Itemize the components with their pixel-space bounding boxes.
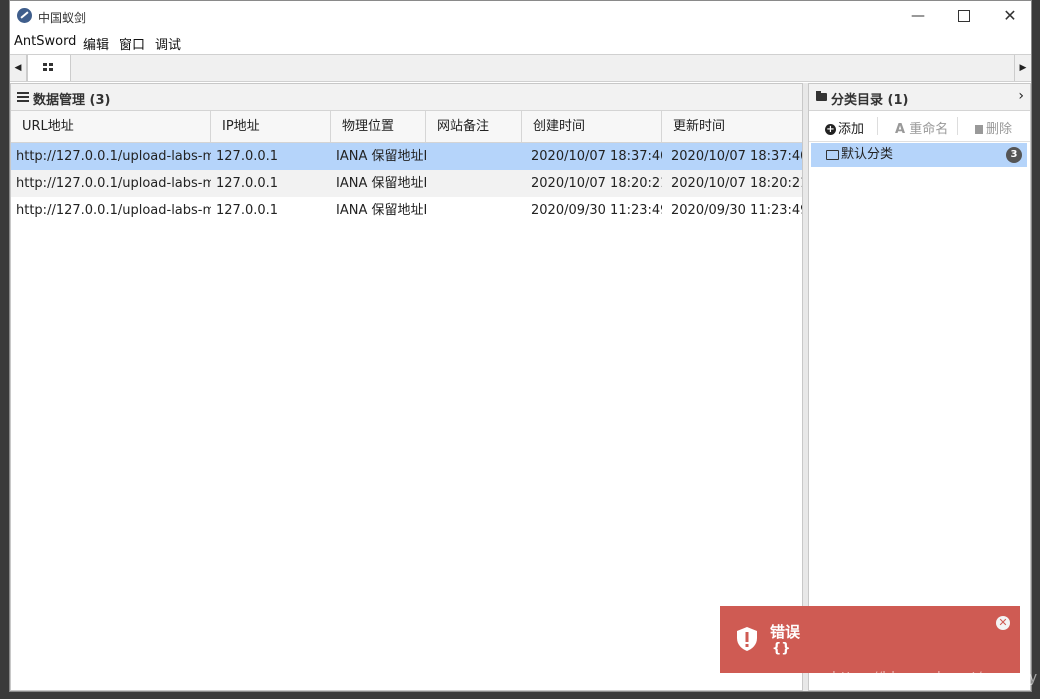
category-panel-title: 分类目录 (1) <box>831 93 909 108</box>
folder-icon <box>816 91 827 101</box>
toast-title: 错误 <box>770 623 801 641</box>
title-bar: 中国蚁剑 — ✕ <box>10 1 1031 32</box>
menu-antsword[interactable]: AntSword <box>14 34 76 49</box>
menu-window[interactable]: 窗口 <box>119 34 145 53</box>
maximize-button[interactable] <box>949 5 979 27</box>
cell-note <box>426 143 522 170</box>
watermark: https://blog.csdn.net/gqzszzy <box>832 670 1038 686</box>
cell-created: 2020/10/07 18:20:21 <box>531 176 662 191</box>
data-management-panel: 数据管理 (3) URL地址 IP地址 物理位置 网站备注 创建时间 更新时间 … <box>10 83 803 691</box>
add-category-button[interactable]: + 添加 <box>825 118 864 137</box>
cell-note <box>426 170 522 197</box>
column-location[interactable]: 物理位置 <box>331 111 426 142</box>
cell-note <box>426 197 522 224</box>
cell-location: IANA 保留地址F <box>336 176 426 191</box>
rename-category-button[interactable]: A 重命名 <box>895 118 948 137</box>
category-item-default[interactable]: 默认分类 3 <box>811 143 1027 167</box>
close-window-button[interactable]: ✕ <box>995 5 1025 27</box>
antsword-logo-icon <box>17 8 32 23</box>
category-toolbar: + 添加 A 重命名 删除 <box>809 111 1030 142</box>
delete-category-button[interactable]: 删除 <box>975 118 1012 137</box>
toolbar-divider <box>877 117 878 135</box>
column-note[interactable]: 网站备注 <box>426 111 522 142</box>
antsword-window: 中国蚁剑 — ✕ AntSword 编辑 窗口 调试 ◀ ▶ 数据管理 (3) … <box>9 0 1032 692</box>
data-panel-header: 数据管理 (3) <box>11 84 802 111</box>
category-panel: 分类目录 (1) › + 添加 A 重命名 删除 默认分类 3 <box>808 83 1031 691</box>
table-row[interactable]: http://127.0.0.1/upload-labs-mast 127.0.… <box>11 170 802 197</box>
cell-url: http://127.0.0.1/upload-labs-mast <box>16 149 211 164</box>
menu-debug[interactable]: 调试 <box>155 34 181 53</box>
grid-icon <box>43 63 54 72</box>
cell-created: 2020/10/07 18:37:40 <box>531 149 662 164</box>
list-icon <box>17 92 29 102</box>
toolbar-divider <box>957 117 958 135</box>
toast-message: {} <box>772 641 791 656</box>
minimize-button[interactable]: — <box>903 5 933 27</box>
cell-updated: 2020/10/07 18:37:40 <box>671 149 802 164</box>
menu-edit[interactable]: 编辑 <box>83 34 109 53</box>
collapse-panel-button[interactable]: › <box>1018 88 1024 104</box>
menu-bar: AntSword 编辑 窗口 调试 <box>10 32 1031 53</box>
column-url[interactable]: URL地址 <box>11 111 211 142</box>
cell-url: http://127.0.0.1/upload-labs-mast <box>16 203 211 218</box>
folder-open-icon <box>826 150 839 160</box>
cell-ip: 127.0.0.1 <box>216 203 279 218</box>
cell-ip: 127.0.0.1 <box>216 149 279 164</box>
tab-scroll-right-button[interactable]: ▶ <box>1014 55 1031 81</box>
table-row[interactable]: http://127.0.0.1/upload-labs-mast 127.0.… <box>11 143 802 170</box>
cell-location: IANA 保留地址F <box>336 149 426 164</box>
plus-circle-icon: + <box>825 124 836 135</box>
close-toast-button[interactable]: ✕ <box>996 616 1010 630</box>
category-label: 默认分类 <box>841 147 894 162</box>
font-icon: A <box>895 122 906 137</box>
count-badge: 3 <box>1006 147 1022 163</box>
trash-icon <box>975 125 983 134</box>
cell-created: 2020/09/30 11:23:49 <box>531 203 662 218</box>
column-created[interactable]: 创建时间 <box>522 111 662 142</box>
rename-label: 重命名 <box>909 122 949 137</box>
table-row[interactable]: http://127.0.0.1/upload-labs-mast 127.0.… <box>11 197 802 224</box>
window-title: 中国蚁剑 <box>38 11 87 25</box>
error-toast: 错误 {} ✕ <box>720 606 1020 673</box>
shield-alert-icon <box>737 627 757 651</box>
cell-updated: 2020/09/30 11:23:49 <box>671 203 802 218</box>
cell-location: IANA 保留地址F <box>336 203 426 218</box>
data-panel-title: 数据管理 (3) <box>33 93 111 108</box>
tab-bar: ◀ ▶ <box>10 54 1031 82</box>
tab-home[interactable] <box>27 55 71 81</box>
maximize-icon <box>958 10 970 22</box>
table-header: URL地址 IP地址 物理位置 网站备注 创建时间 更新时间 <box>11 111 802 143</box>
add-label: 添加 <box>838 122 865 137</box>
category-panel-header: 分类目录 (1) › <box>809 84 1030 111</box>
cell-ip: 127.0.0.1 <box>216 176 279 191</box>
cell-updated: 2020/10/07 18:20:21 <box>671 176 802 191</box>
tab-scroll-left-button[interactable]: ◀ <box>10 55 27 81</box>
column-ip[interactable]: IP地址 <box>211 111 331 142</box>
delete-label: 删除 <box>986 122 1013 137</box>
cell-url: http://127.0.0.1/upload-labs-mast <box>16 176 211 191</box>
column-updated[interactable]: 更新时间 <box>662 111 802 142</box>
